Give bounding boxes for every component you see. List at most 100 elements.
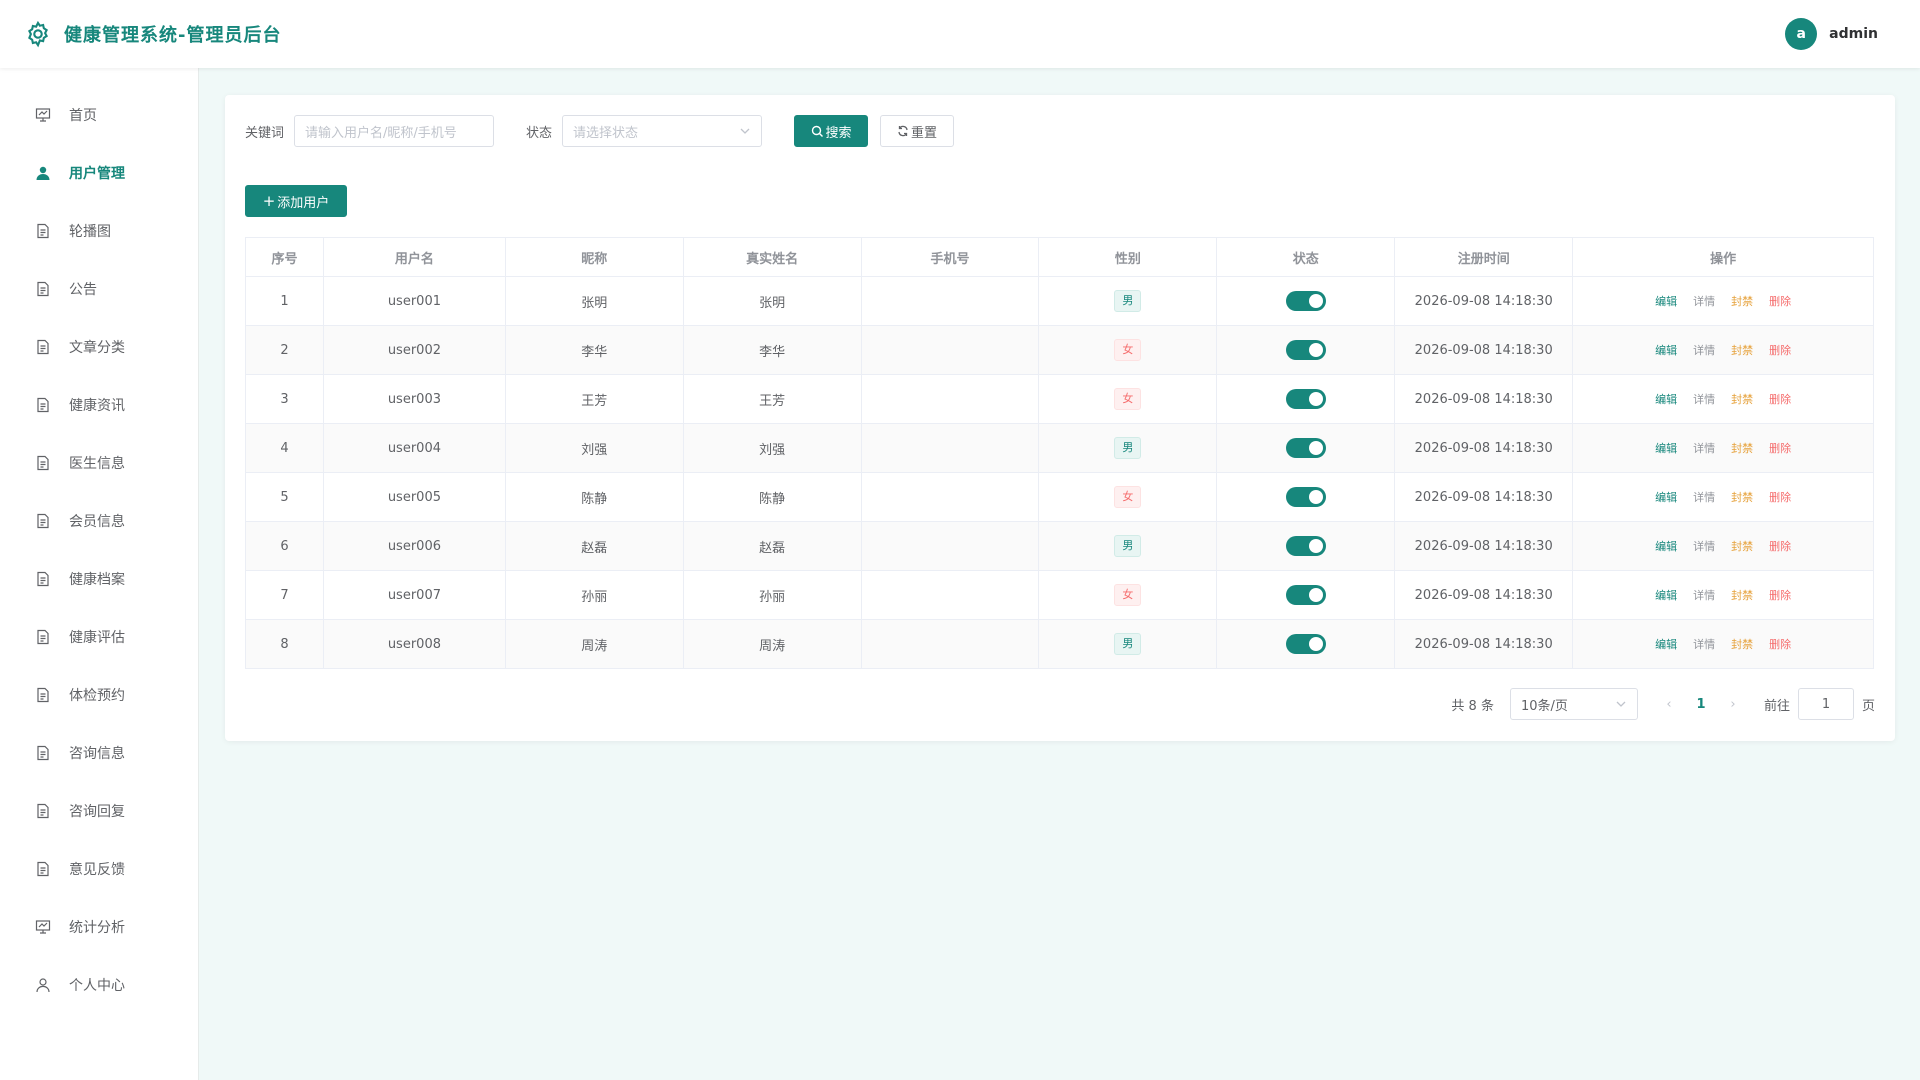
next-page-button[interactable]: › bbox=[1718, 697, 1748, 712]
cell-phone bbox=[861, 423, 1040, 473]
status-toggle[interactable] bbox=[1285, 438, 1326, 458]
ban-link[interactable]: 封禁 bbox=[1731, 442, 1753, 455]
delete-link[interactable]: 删除 bbox=[1769, 344, 1791, 357]
gear-icon bbox=[28, 20, 48, 48]
sidebar-item-member-info[interactable]: 会员信息 bbox=[0, 492, 198, 550]
delete-link[interactable]: 删除 bbox=[1769, 393, 1791, 406]
refresh-icon bbox=[898, 125, 908, 137]
cell-gender: 男 bbox=[1038, 619, 1218, 669]
detail-link[interactable]: 详情 bbox=[1693, 540, 1715, 553]
sidebar-item-home[interactable]: 首页 bbox=[0, 86, 198, 144]
status-toggle[interactable] bbox=[1285, 634, 1326, 654]
search-button[interactable]: 搜索 bbox=[794, 115, 869, 147]
edit-link[interactable]: 编辑 bbox=[1655, 540, 1677, 553]
cell-status bbox=[1216, 521, 1396, 571]
delete-link[interactable]: 删除 bbox=[1769, 589, 1791, 602]
sidebar-item-doctor-info[interactable]: 医生信息 bbox=[0, 434, 198, 492]
detail-link[interactable]: 详情 bbox=[1693, 491, 1715, 504]
sidebar-item-label: 医生信息 bbox=[69, 456, 125, 472]
delete-link[interactable]: 删除 bbox=[1769, 442, 1791, 455]
cell-realname: 赵磊 bbox=[683, 521, 862, 571]
status-toggle[interactable] bbox=[1285, 291, 1326, 311]
status-toggle[interactable] bbox=[1285, 536, 1326, 556]
avatar[interactable]: a bbox=[1785, 18, 1818, 50]
reset-button-label: 重置 bbox=[911, 125, 938, 141]
sidebar-item-carousel[interactable]: 轮播图 bbox=[0, 202, 198, 260]
cell-gender: 女 bbox=[1038, 570, 1218, 620]
main-card: 关键词 请输入用户名/昵称/手机号 状态 请选择状态 搜索 重置 + 添加用户 … bbox=[225, 95, 1895, 741]
cell-created: 2026-09-08 14:18:30 bbox=[1394, 521, 1574, 571]
reset-button[interactable]: 重置 bbox=[880, 115, 955, 147]
sidebar-item-user-management[interactable]: 用户管理 bbox=[0, 144, 198, 202]
cell-status bbox=[1216, 570, 1396, 620]
ban-link[interactable]: 封禁 bbox=[1731, 491, 1753, 504]
edit-link[interactable]: 编辑 bbox=[1655, 491, 1677, 504]
sidebar-item-consultation[interactable]: 咨询信息 bbox=[0, 724, 198, 782]
ban-link[interactable]: 封禁 bbox=[1731, 295, 1753, 308]
cell-username: user001 bbox=[323, 276, 506, 326]
gender-tag: 男 bbox=[1114, 290, 1142, 312]
page-number-current[interactable]: 1 bbox=[1684, 697, 1718, 712]
page-size-select[interactable]: 10条/页 bbox=[1509, 688, 1638, 720]
delete-link[interactable]: 删除 bbox=[1769, 295, 1791, 308]
ban-link[interactable]: 封禁 bbox=[1731, 638, 1753, 651]
toggle-knob bbox=[1308, 392, 1323, 406]
cell-status bbox=[1216, 276, 1396, 326]
status-toggle[interactable] bbox=[1285, 340, 1326, 360]
user-menu[interactable]: a admin bbox=[1785, 18, 1878, 50]
sidebar-item-consultation-reply[interactable]: 咨询回复 bbox=[0, 782, 198, 840]
cell-index: 1 bbox=[245, 276, 324, 326]
cell-username: user007 bbox=[323, 570, 506, 620]
delete-link[interactable]: 删除 bbox=[1769, 540, 1791, 553]
toggle-knob bbox=[1308, 490, 1323, 504]
sidebar-item-checkup-booking[interactable]: 体检预约 bbox=[0, 666, 198, 724]
detail-link[interactable]: 详情 bbox=[1693, 393, 1715, 406]
gender-tag: 男 bbox=[1114, 633, 1142, 655]
detail-link[interactable]: 详情 bbox=[1693, 442, 1715, 455]
delete-link[interactable]: 删除 bbox=[1769, 491, 1791, 504]
cell-username: user005 bbox=[323, 472, 506, 522]
table-row: 3 user003 王芳 王芳女 2026-09-08 14:18:30 编辑 详情 封禁 删除 bbox=[245, 374, 1874, 424]
keyword-input[interactable]: 请输入用户名/昵称/手机号 bbox=[294, 115, 495, 147]
status-select[interactable]: 请选择状态 bbox=[562, 115, 763, 147]
detail-link[interactable]: 详情 bbox=[1693, 344, 1715, 357]
column-header: 手机号 bbox=[861, 237, 1040, 277]
sidebar-item-article-category[interactable]: 文章分类 bbox=[0, 318, 198, 376]
sidebar-item-statistics[interactable]: 统计分析 bbox=[0, 898, 198, 956]
cell-realname: 周涛 bbox=[683, 619, 862, 669]
ban-link[interactable]: 封禁 bbox=[1731, 589, 1753, 602]
sidebar-item-feedback[interactable]: 意见反馈 bbox=[0, 840, 198, 898]
edit-link[interactable]: 编辑 bbox=[1655, 638, 1677, 651]
sidebar-item-health-assessment[interactable]: 健康评估 bbox=[0, 608, 198, 666]
table-row: 6 user006 赵磊 赵磊男 2026-09-08 14:18:30 编辑 详情 封禁 删除 bbox=[245, 521, 1874, 571]
status-toggle[interactable] bbox=[1285, 389, 1326, 409]
ban-link[interactable]: 封禁 bbox=[1731, 344, 1753, 357]
sidebar-item-health-record[interactable]: 健康档案 bbox=[0, 550, 198, 608]
sidebar-item-profile[interactable]: 个人中心 bbox=[0, 956, 198, 1014]
edit-link[interactable]: 编辑 bbox=[1655, 344, 1677, 357]
detail-link[interactable]: 详情 bbox=[1693, 638, 1715, 651]
toggle-knob bbox=[1308, 539, 1323, 553]
edit-link[interactable]: 编辑 bbox=[1655, 442, 1677, 455]
sidebar-item-health-news[interactable]: 健康资讯 bbox=[0, 376, 198, 434]
ban-link[interactable]: 封禁 bbox=[1731, 393, 1753, 406]
add-user-button[interactable]: + 添加用户 bbox=[245, 185, 347, 217]
edit-link[interactable]: 编辑 bbox=[1655, 393, 1677, 406]
sidebar-item-label: 轮播图 bbox=[69, 224, 111, 240]
sidebar-item-notice[interactable]: 公告 bbox=[0, 260, 198, 318]
prev-page-button[interactable]: ‹ bbox=[1654, 697, 1684, 712]
table-row: 8 user008 周涛 周涛男 2026-09-08 14:18:30 编辑 详情 封禁 删除 bbox=[245, 619, 1874, 669]
detail-link[interactable]: 详情 bbox=[1693, 295, 1715, 308]
edit-link[interactable]: 编辑 bbox=[1655, 589, 1677, 602]
search-icon bbox=[811, 125, 823, 137]
user-name[interactable]: admin bbox=[1829, 26, 1878, 42]
cell-actions: 编辑 详情 封禁 删除 bbox=[1572, 276, 1874, 326]
status-toggle[interactable] bbox=[1285, 585, 1326, 605]
document-icon bbox=[35, 803, 51, 819]
edit-link[interactable]: 编辑 bbox=[1655, 295, 1677, 308]
delete-link[interactable]: 删除 bbox=[1769, 638, 1791, 651]
detail-link[interactable]: 详情 bbox=[1693, 589, 1715, 602]
status-toggle[interactable] bbox=[1285, 487, 1326, 507]
goto-page-input[interactable] bbox=[1797, 688, 1854, 720]
ban-link[interactable]: 封禁 bbox=[1731, 540, 1753, 553]
